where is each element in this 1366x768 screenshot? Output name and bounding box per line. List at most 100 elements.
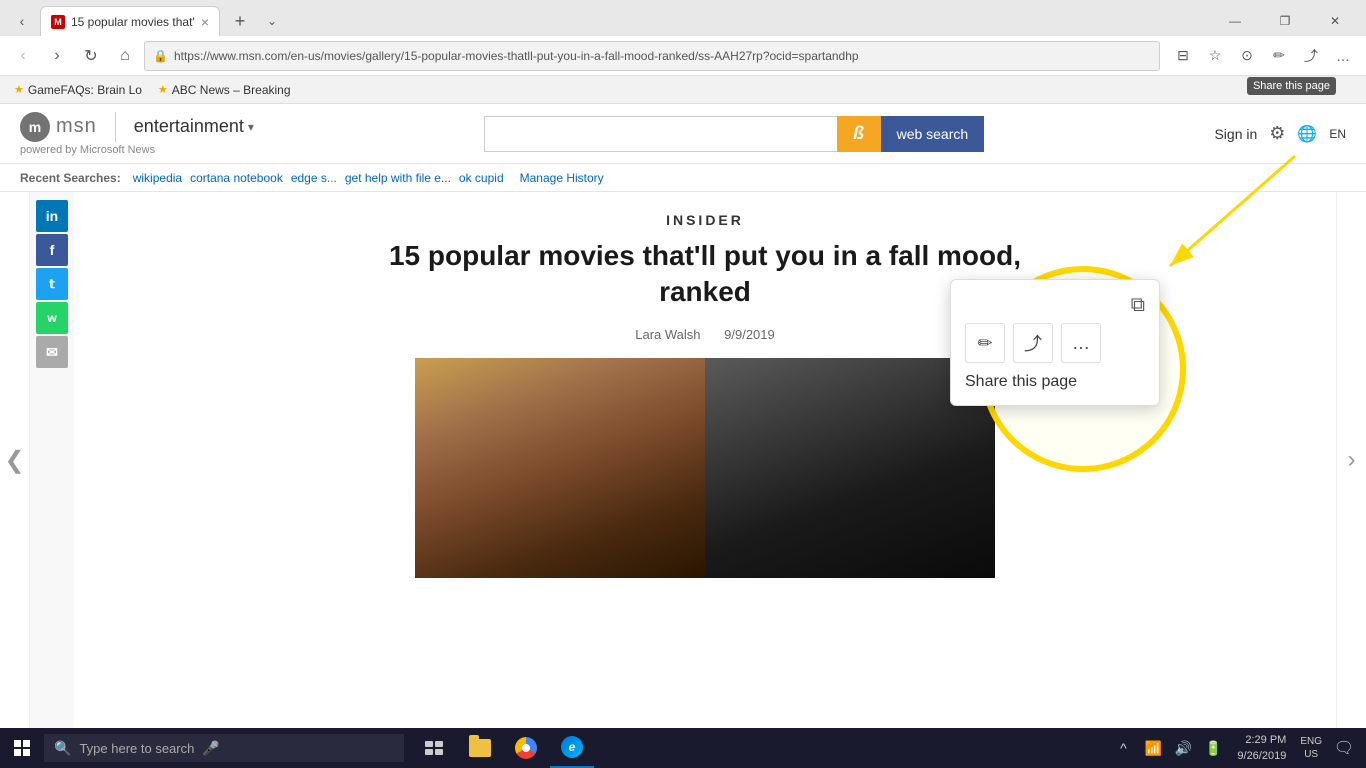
notification-button[interactable]: 🗨 <box>1330 734 1358 762</box>
msn-nav[interactable]: entertainment ▾ <box>134 116 254 137</box>
taskbar-clock[interactable]: 2:29 PM 9/26/2019 <box>1231 732 1292 765</box>
bing-button[interactable]: ß <box>837 116 881 152</box>
navigation-bar: ‹ › ↻ ⌂ 🔒 https://www.msn.com/en-us/movi… <box>0 36 1366 76</box>
clock-date: 9/26/2019 <box>1237 748 1286 765</box>
article-meta: Lara Walsh 9/9/2019 <box>635 327 775 342</box>
folder-icon <box>469 739 491 757</box>
back-tab-btn[interactable]: ‹ <box>8 7 36 35</box>
tab-bar: ‹ M 15 popular movies that' × + ⌄ — ❐ ✕ <box>0 0 1366 36</box>
tab-favicon: M <box>51 15 65 29</box>
active-tab[interactable]: M 15 popular movies that' × <box>40 6 220 36</box>
msn-icon: m <box>20 112 50 142</box>
home-button[interactable]: ⌂ <box>110 41 140 71</box>
taskbar-right: ^ 📶 🔊 🔋 2:29 PM 9/26/2019 ENG US 🗨 <box>1109 732 1366 765</box>
msn-right-area: Sign in ⚙ 🌐 EN <box>1214 123 1346 144</box>
web-search-button[interactable]: web search <box>881 116 985 152</box>
share-button[interactable]: ⤴ Share this page <box>1296 41 1326 71</box>
bing-logo: ß <box>853 123 864 144</box>
taskbar-search-text: Type here to search <box>79 741 194 756</box>
edge-app-button[interactable]: e <box>550 728 594 768</box>
msn-logo-area: m msn entertainment ▾ powered by Microso… <box>20 112 254 156</box>
volume-icon[interactable]: 🔊 <box>1169 734 1197 762</box>
address-bar[interactable]: 🔒 https://www.msn.com/en-us/movies/galle… <box>144 41 1160 71</box>
msn-logo: m msn <box>20 112 97 142</box>
settings-icon[interactable]: ⚙ <box>1269 123 1285 144</box>
msn-search-area: ß web search <box>254 116 1215 152</box>
url-text: https://www.msn.com/en-us/movies/gallery… <box>174 49 1151 63</box>
minimize-button[interactable]: — <box>1212 6 1258 36</box>
restore-button[interactable]: ❐ <box>1262 6 1308 36</box>
toolbar-buttons: ⊟ ☆ ⊙ ✏ ⤴ Share this page … <box>1168 41 1358 71</box>
recent-item-3[interactable]: get help with file e... <box>345 171 451 185</box>
article-area: ❮ in f 𝕥 w ✉ INSIDER 15 popular movies t… <box>0 192 1366 728</box>
manage-history-link[interactable]: Manage History <box>520 171 604 185</box>
close-button[interactable]: ✕ <box>1312 6 1358 36</box>
back-button[interactable]: ‹ <box>8 41 38 71</box>
language-indicator: ENG US <box>1296 735 1326 761</box>
network-icon[interactable]: 📶 <box>1139 734 1167 762</box>
read-view-button[interactable]: ⊟ <box>1168 41 1198 71</box>
article-date: 9/9/2019 <box>724 327 775 342</box>
search-icon: 🔍 <box>54 740 71 757</box>
chrome-icon <box>515 737 537 759</box>
favorites-button[interactable]: ☆ <box>1200 41 1230 71</box>
msn-tagline: powered by Microsoft News <box>20 144 254 156</box>
globe-icon[interactable]: 🌐 <box>1297 124 1317 144</box>
tab-close-btn[interactable]: × <box>201 14 209 30</box>
taskbar-search-box[interactable]: 🔍 Type here to search 🎤 <box>44 734 404 762</box>
taskbar: 🔍 Type here to search 🎤 <box>0 728 1366 768</box>
email-share-button[interactable]: ✉ <box>36 336 68 368</box>
tab-bar-left: ‹ M 15 popular movies that' × + ⌄ <box>0 6 286 36</box>
recent-item-0[interactable]: wikipedia <box>133 171 182 185</box>
article-source: INSIDER <box>666 212 744 228</box>
browser-window: ‹ M 15 popular movies that' × + ⌄ — ❐ ✕ … <box>0 0 1366 768</box>
linkedin-share-button[interactable]: in <box>36 200 68 232</box>
task-view-button[interactable] <box>412 728 456 768</box>
hub-button[interactable]: ⊙ <box>1232 41 1262 71</box>
tab-list-button[interactable]: ⌄ <box>258 7 286 35</box>
new-tab-button[interactable]: + <box>226 7 254 35</box>
fav-star-icon: ★ <box>14 83 24 96</box>
msn-search-input[interactable] <box>484 116 836 152</box>
start-button[interactable] <box>0 728 44 768</box>
recent-item-4[interactable]: ok cupid <box>459 171 504 185</box>
msn-header: m msn entertainment ▾ powered by Microso… <box>0 104 1366 164</box>
sign-in-link[interactable]: Sign in <box>1214 126 1257 142</box>
annotate-button[interactable]: ✏ <box>1264 41 1294 71</box>
social-sidebar: in f 𝕥 w ✉ <box>30 192 74 728</box>
article-next-button[interactable]: › <box>1336 192 1366 728</box>
windows-icon <box>14 740 30 756</box>
recent-label: Recent Searches: <box>20 171 121 185</box>
article-main: INSIDER 15 popular movies that'll put yo… <box>74 192 1336 728</box>
favorites-bar: ★ GameFAQs: Brain Lo ★ ABC News – Breaki… <box>0 76 1366 104</box>
recent-searches-bar: Recent Searches: wikipedia cortana noteb… <box>0 164 1366 192</box>
battery-icon[interactable]: 🔋 <box>1199 734 1227 762</box>
forward-button[interactable]: › <box>42 41 72 71</box>
article-images <box>415 358 995 578</box>
msn-divider <box>115 112 116 142</box>
msn-search-box: ß web search <box>484 116 984 152</box>
file-explorer-button[interactable] <box>458 728 502 768</box>
fav-label-gamefaqs: GameFAQs: Brain Lo <box>28 83 142 97</box>
article-image-1 <box>415 358 705 578</box>
article-prev-button[interactable]: ❮ <box>0 192 30 728</box>
twitter-share-button[interactable]: 𝕥 <box>36 268 68 300</box>
microphone-icon[interactable]: 🎤 <box>202 740 219 757</box>
tab-title: 15 popular movies that' <box>71 15 195 29</box>
edge-icon: e <box>561 736 583 758</box>
fav-item-gamefaqs[interactable]: ★ GameFAQs: Brain Lo <box>8 81 148 99</box>
refresh-button[interactable]: ↻ <box>76 41 106 71</box>
fav-item-abcnews[interactable]: ★ ABC News – Breaking <box>152 81 297 99</box>
tab-bar-right: — ❐ ✕ <box>1212 6 1366 36</box>
more-button[interactable]: … <box>1328 41 1358 71</box>
taskbar-apps: e <box>408 728 598 768</box>
recent-item-1[interactable]: cortana notebook <box>190 171 283 185</box>
facebook-share-button[interactable]: f <box>36 234 68 266</box>
chevron-icon[interactable]: ^ <box>1109 734 1137 762</box>
chrome-app-button[interactable] <box>504 728 548 768</box>
msn-brand: msn <box>56 115 97 138</box>
language-label: EN <box>1329 127 1346 141</box>
recent-item-2[interactable]: edge s... <box>291 171 337 185</box>
whatsapp-share-button[interactable]: w <box>36 302 68 334</box>
article-author: Lara Walsh <box>635 327 700 342</box>
